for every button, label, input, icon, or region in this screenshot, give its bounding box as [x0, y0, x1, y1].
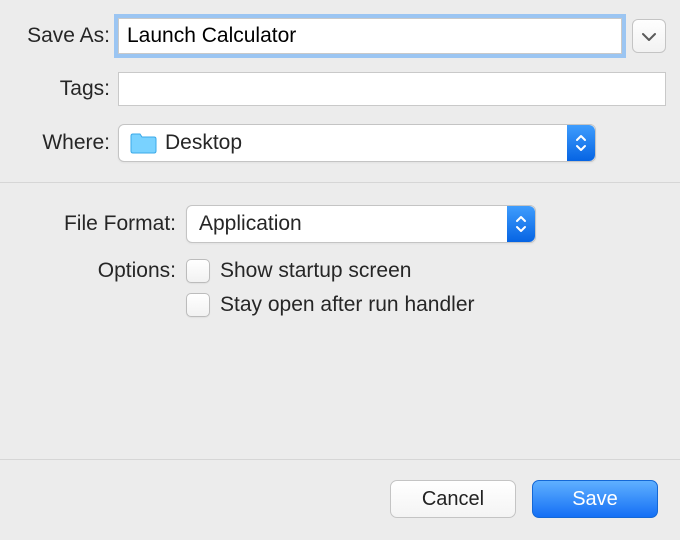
save-as-wrap [118, 18, 666, 54]
footer: Cancel Save [0, 459, 680, 540]
where-popup[interactable]: Desktop [118, 124, 596, 162]
tags-row: Tags: [14, 72, 666, 106]
where-selected: Desktop [165, 131, 242, 155]
top-section: Save As: Tags: Where: [0, 0, 680, 182]
file-format-row: File Format: Application [14, 205, 666, 243]
cancel-button[interactable]: Cancel [390, 480, 516, 518]
checkbox-icon [186, 259, 210, 283]
file-format-label: File Format: [14, 212, 186, 236]
options-label: Options: [14, 259, 186, 283]
save-button[interactable]: Save [532, 480, 658, 518]
expand-save-panel-button[interactable] [632, 19, 666, 53]
updown-caret-icon [507, 206, 535, 242]
chevron-down-icon [642, 25, 656, 48]
save-as-row: Save As: [14, 18, 666, 54]
show-startup-checkbox[interactable]: Show startup screen [186, 259, 475, 283]
show-startup-label: Show startup screen [220, 259, 411, 283]
options-row: Options: Show startup screen Stay open a… [14, 259, 666, 317]
options-col: Show startup screen Stay open after run … [186, 259, 475, 317]
file-format-selected: Application [199, 212, 302, 236]
save-as-label: Save As: [14, 24, 118, 48]
stay-open-checkbox[interactable]: Stay open after run handler [186, 293, 475, 317]
mid-section: File Format: Application Options: Show s… [0, 183, 680, 343]
checkbox-icon [186, 293, 210, 317]
updown-caret-icon [567, 125, 595, 161]
save-as-input[interactable] [118, 18, 622, 54]
save-dialog: Save As: Tags: Where: [0, 0, 680, 540]
tags-label: Tags: [14, 77, 118, 101]
file-format-popup[interactable]: Application [186, 205, 536, 243]
folder-icon [129, 132, 157, 154]
where-row: Where: Desktop [14, 124, 666, 162]
tags-input[interactable] [118, 72, 666, 106]
stay-open-label: Stay open after run handler [220, 293, 475, 317]
where-label: Where: [14, 131, 118, 155]
